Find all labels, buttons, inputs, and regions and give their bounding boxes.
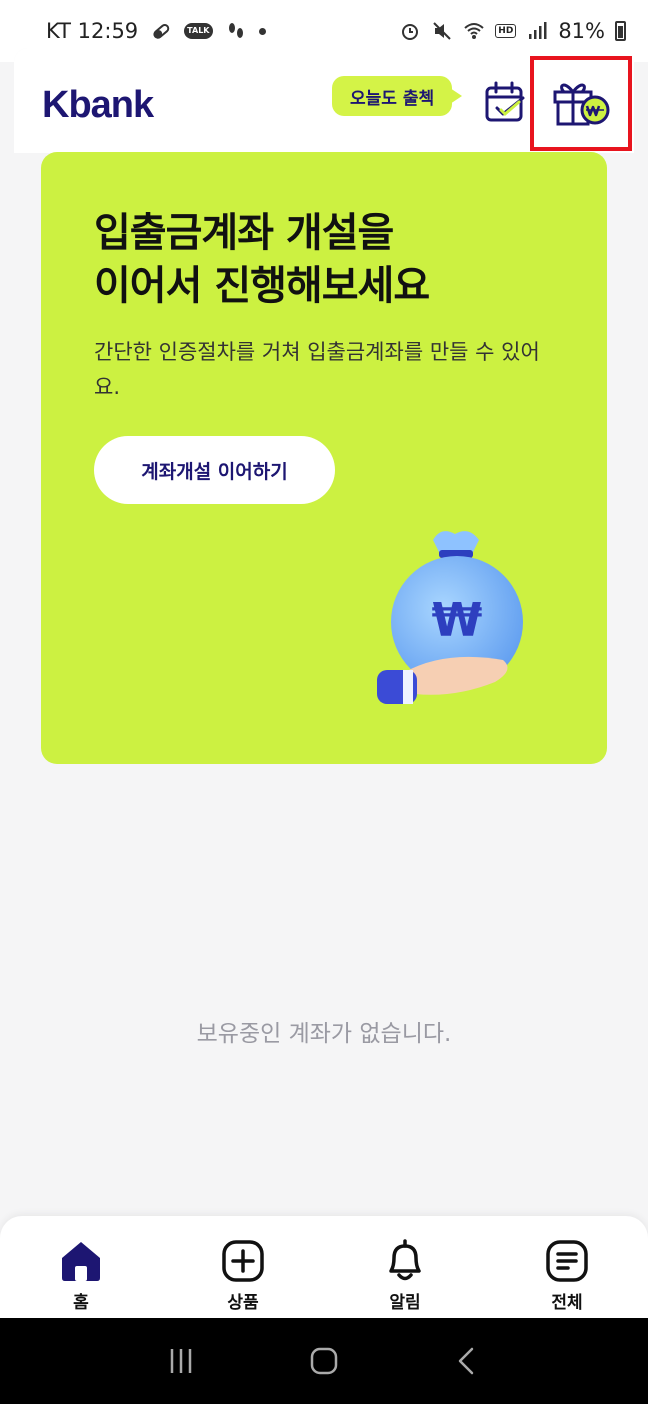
battery-percent: 81% [558,19,605,43]
plus-square-icon [222,1240,264,1282]
promo-title: 입출금계좌 개설을 이어서 진행해보세요 [94,210,430,309]
attendance-bubble[interactable]: 오늘도 출첵 [332,76,463,116]
empty-accounts-message: 보유중인 계좌가 없습니다. [196,1021,452,1047]
wifi-icon [464,23,484,39]
recent-apps-button[interactable] [161,1341,201,1381]
signal-icon [529,22,547,39]
app-header: Kbank 오늘도 출첵 [14,48,634,153]
nav-label-all: 전체 [551,1293,583,1313]
system-nav-bar [0,1318,648,1404]
home-icon [62,1242,100,1281]
kakaotalk-icon: TALK [184,23,213,39]
carrier-time: KT 12:59 [46,19,139,43]
hd-voice-icon: HD [495,24,517,38]
more-notifications-dot [258,27,266,35]
nav-label-products: 상품 [227,1293,259,1313]
home-button[interactable] [304,1341,344,1381]
promo-description: 간단한 인증절차를 거쳐 입출금계좌를 만들 수 있어요. [94,340,540,399]
continue-account-opening-button[interactable]: 계좌개설 이어하기 [94,436,335,504]
calendar-check-icon[interactable] [483,80,527,124]
recent-apps-icon [171,1349,192,1373]
pill-icon [153,23,170,39]
nav-notifications[interactable]: 알림 [324,1216,486,1318]
bottom-nav: 홈 상품 알림 전체 [0,1216,648,1318]
money-bag-illustration: ₩ [377,531,523,704]
kbank-logo[interactable]: Kbank [42,84,154,127]
app-screen: Kbank 오늘도 출첵 입출금계좌 개설을 이어서 진행해보세요 간단한 인증… [14,48,634,1318]
alarm-icon [402,24,419,40]
nav-label-home: 홈 [73,1293,89,1313]
back-chevron-icon [458,1347,473,1375]
bell-icon [389,1239,421,1281]
home-square-icon [310,1347,338,1375]
nav-all-menu[interactable]: 전체 [486,1216,648,1318]
nav-home[interactable]: 홈 [0,1216,162,1318]
account-opening-card[interactable]: 입출금계좌 개설을 이어서 진행해보세요 간단한 인증절차를 거쳐 입출금계좌를… [41,152,607,764]
nav-products[interactable]: 상품 [162,1216,324,1318]
footsteps-icon [228,23,243,38]
highlight-box [530,56,632,151]
nav-label-notifications: 알림 [389,1293,421,1313]
menu-list-icon [546,1240,588,1282]
mute-icon [433,22,452,40]
back-button[interactable] [447,1341,487,1381]
won-symbol: ₩ [432,593,483,647]
battery-icon [615,21,626,41]
